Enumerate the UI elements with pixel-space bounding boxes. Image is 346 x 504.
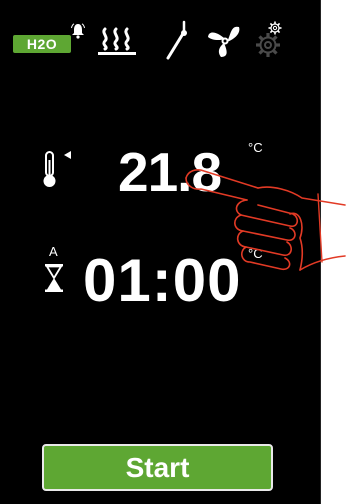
start-button[interactable]: Start xyxy=(42,444,273,491)
thermometer-icon xyxy=(43,151,71,187)
bell-icon xyxy=(71,23,85,39)
settings-gear-icon[interactable] xyxy=(255,32,281,58)
temperature-unit: °C xyxy=(248,140,263,155)
probe-icon[interactable] xyxy=(163,20,189,62)
hourglass-icon xyxy=(45,264,63,292)
fan-icon[interactable] xyxy=(205,23,245,59)
timer-mode-label: A xyxy=(49,244,58,259)
temperature-value[interactable]: 21.8 xyxy=(118,140,222,204)
h2o-button[interactable]: H2O xyxy=(13,35,71,53)
oven-control-panel: H2O 21.8 °C A 01:00 °C Start xyxy=(0,0,321,504)
top-status-bar: H2O xyxy=(0,0,320,78)
timer-unit: °C xyxy=(248,246,263,261)
heat-icon[interactable] xyxy=(97,26,137,56)
timer-value[interactable]: 01:00 xyxy=(83,246,241,316)
